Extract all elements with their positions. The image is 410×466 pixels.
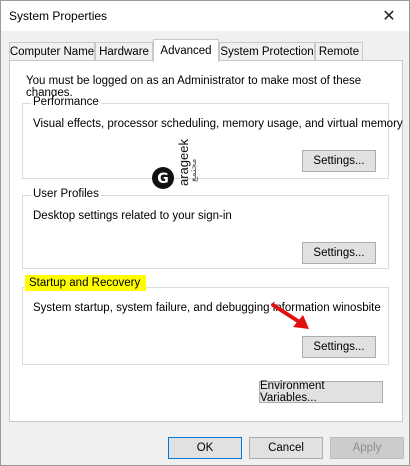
user-profiles-group: User Profiles Desktop settings related t… xyxy=(22,188,389,269)
startup-recovery-label: Startup and Recovery xyxy=(29,277,141,289)
arageek-sub-text: مجتمع xyxy=(189,158,199,182)
red-arrow-icon xyxy=(271,303,309,329)
tab-hardware[interactable]: Hardware xyxy=(95,42,153,61)
performance-description: Visual effects, processor scheduling, me… xyxy=(33,118,403,130)
tab-computer-name[interactable]: Computer Name xyxy=(9,42,95,61)
startup-recovery-group: Startup and Recovery System startup, sys… xyxy=(22,275,389,365)
arageek-watermark: G arageek مجتمع xyxy=(151,139,211,199)
tab-remote[interactable]: Remote xyxy=(315,42,363,61)
startup-recovery-highlight: Startup and Recovery xyxy=(25,275,147,291)
apply-button[interactable]: Apply xyxy=(330,437,404,459)
user-profiles-settings-button[interactable]: Settings... xyxy=(302,242,376,264)
close-button[interactable]: ✕ xyxy=(369,1,409,31)
tab-label: Computer Name xyxy=(9,46,95,58)
tab-advanced[interactable]: Advanced xyxy=(153,39,219,62)
window-title: System Properties xyxy=(9,9,108,23)
startup-recovery-settings-button[interactable]: Settings... xyxy=(302,336,376,358)
ok-button[interactable]: OK xyxy=(168,437,242,459)
user-profiles-label: User Profiles xyxy=(31,188,101,200)
performance-settings-button[interactable]: Settings... xyxy=(302,150,376,172)
close-icon: ✕ xyxy=(382,8,396,25)
title-bar: System Properties ✕ xyxy=(1,1,409,31)
tab-strip: Computer Name Hardware Advanced System P… xyxy=(9,39,403,62)
svg-text:G: G xyxy=(157,171,169,187)
dialog-button-bar: OK Cancel Apply xyxy=(1,427,409,466)
system-properties-window: System Properties ✕ Computer Name Hardwa… xyxy=(0,0,410,466)
tab-label: Remote xyxy=(318,46,360,58)
environment-variables-button[interactable]: Environment Variables... xyxy=(259,380,383,404)
performance-label: Performance xyxy=(31,96,101,108)
startup-recovery-description: System startup, system failure, and debu… xyxy=(33,302,381,314)
cancel-button[interactable]: Cancel xyxy=(249,437,323,459)
tab-system-protection[interactable]: System Protection xyxy=(219,42,315,61)
tab-label: System Protection xyxy=(220,46,314,58)
user-profiles-description: Desktop settings related to your sign-in xyxy=(33,210,232,222)
tab-label: Hardware xyxy=(99,46,149,58)
tab-label: Advanced xyxy=(160,45,212,57)
advanced-tab-panel: You must be logged on as an Administrato… xyxy=(9,60,403,422)
